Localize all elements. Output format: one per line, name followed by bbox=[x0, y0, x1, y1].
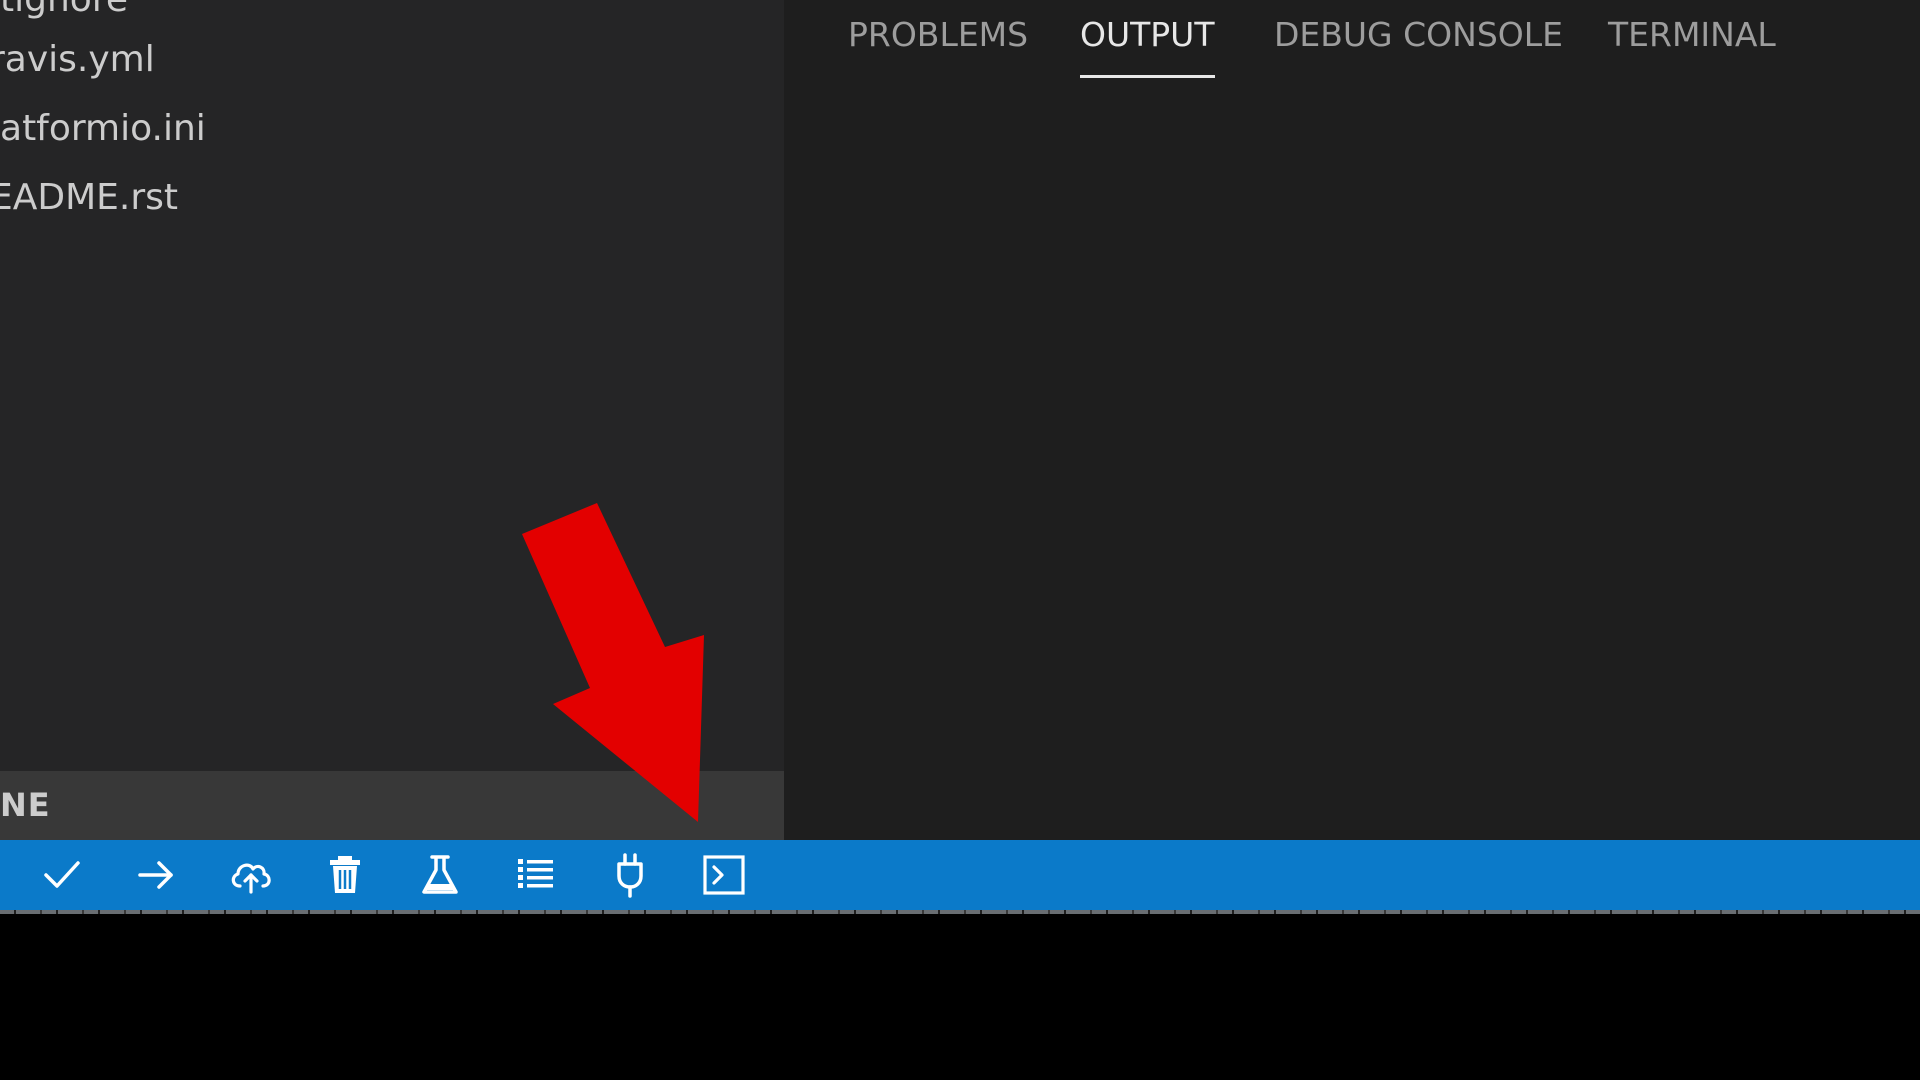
status-bar-edge bbox=[0, 910, 1920, 914]
bottom-panel: PROBLEMS OUTPUT DEBUG CONSOLE TERMINAL bbox=[784, 0, 1920, 840]
build-check-icon[interactable] bbox=[37, 850, 87, 900]
file-item-gitignore[interactable]: itignore bbox=[0, 0, 128, 30]
outline-section-header[interactable]: NE bbox=[0, 771, 784, 840]
tab-problems-label: PROBLEMS bbox=[848, 15, 1029, 54]
tab-output-label: OUTPUT bbox=[1080, 15, 1215, 54]
task-list-icon[interactable] bbox=[510, 850, 560, 900]
output-content-area[interactable] bbox=[784, 80, 1920, 840]
terminal-icon[interactable] bbox=[699, 850, 749, 900]
tab-terminal[interactable]: TERMINAL bbox=[1608, 10, 1776, 70]
flask-test-icon[interactable] bbox=[415, 850, 465, 900]
tab-debug-console[interactable]: DEBUG CONSOLE bbox=[1274, 10, 1563, 70]
section-header-label: NE bbox=[0, 786, 51, 824]
active-tab-indicator bbox=[1080, 75, 1215, 78]
file-item-travis-yml[interactable]: ravis.yml bbox=[0, 30, 155, 90]
explorer-sidebar: itignore ravis.yml latformio.ini EADME.r… bbox=[0, 0, 784, 840]
tab-debug-console-label: DEBUG CONSOLE bbox=[1274, 15, 1563, 54]
trash-clean-icon[interactable] bbox=[320, 850, 370, 900]
tab-problems[interactable]: PROBLEMS bbox=[848, 10, 1028, 70]
upload-arrow-icon[interactable] bbox=[131, 850, 181, 900]
file-item-platformio-ini[interactable]: latformio.ini bbox=[0, 99, 206, 159]
cloud-upload-icon[interactable] bbox=[226, 850, 276, 900]
tab-terminal-label: TERMINAL bbox=[1608, 15, 1776, 54]
app-window: itignore ravis.yml latformio.ini EADME.r… bbox=[0, 0, 1920, 1080]
status-bar bbox=[0, 840, 1920, 910]
serial-plug-icon[interactable] bbox=[605, 850, 655, 900]
tab-output[interactable]: OUTPUT bbox=[1080, 10, 1215, 78]
file-item-readme-rst[interactable]: EADME.rst bbox=[0, 168, 178, 228]
